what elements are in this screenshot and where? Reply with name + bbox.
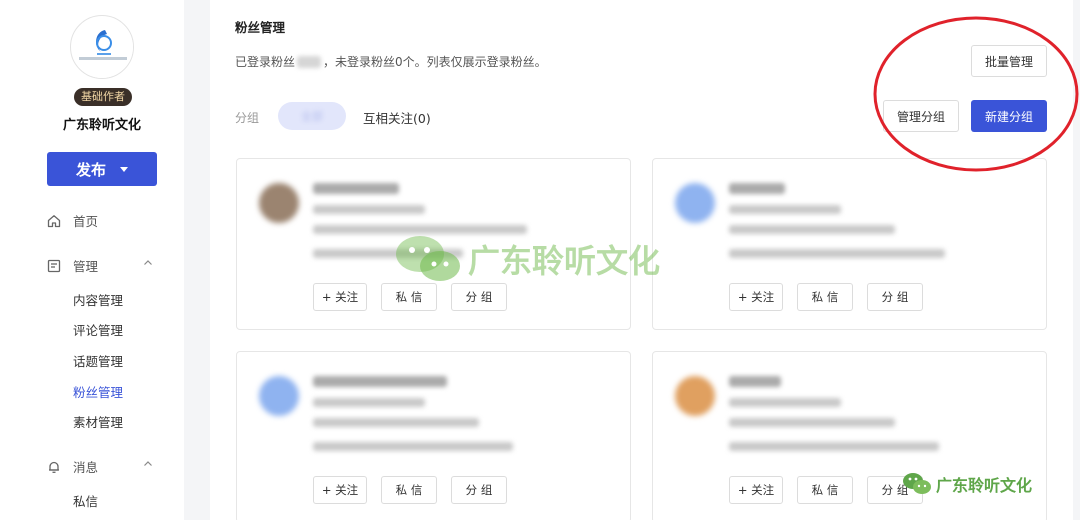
- fan-info-redacted: [313, 442, 513, 451]
- sidebar-item-content[interactable]: 内容管理: [73, 290, 123, 309]
- fan-name-redacted: [313, 183, 399, 194]
- account-name: 广东聆听文化: [62, 118, 141, 133]
- fan-info-redacted: [313, 205, 425, 214]
- private-message-button[interactable]: 私 信: [381, 283, 437, 311]
- group-button[interactable]: 分 组: [867, 283, 923, 311]
- sidebar: 基础作者 广东聆听文化 发布 首页 管理 内容管理 评论管理 话题管理 粉丝管理…: [0, 0, 184, 520]
- nav-messages-label: 消息: [73, 460, 99, 475]
- nav-messages[interactable]: 消息: [47, 457, 157, 476]
- fan-card: + 关注 私 信 分 组: [652, 351, 1047, 520]
- notice-suffix: ，未登录粉丝0个。列表仅展示登录粉丝。: [323, 55, 547, 69]
- fan-card: + 关注 私 信 分 组: [236, 158, 631, 330]
- sidebar-item-topics[interactable]: 话题管理: [73, 351, 123, 370]
- fan-card: + 关注 私 信 分 组: [236, 351, 631, 520]
- fan-card-actions: + 关注 私 信 分 组: [313, 476, 507, 504]
- page-title: 粉丝管理: [235, 20, 286, 35]
- fan-info-redacted: [729, 249, 945, 258]
- nav-manage-label: 管理: [73, 259, 99, 274]
- fan-card: + 关注 私 信 分 组: [652, 158, 1047, 330]
- sidebar-item-fans[interactable]: 粉丝管理: [73, 382, 123, 401]
- manage-groups-button[interactable]: 管理分组: [883, 100, 959, 132]
- fan-info-redacted: [313, 398, 425, 407]
- publish-button[interactable]: 发布: [47, 152, 157, 186]
- fan-info-redacted: [729, 225, 895, 234]
- fan-card-actions: + 关注 私 信 分 组: [729, 476, 923, 504]
- caret-down-icon: [120, 166, 128, 172]
- notice-prefix: 已登录粉丝: [235, 55, 296, 69]
- main-panel: 粉丝管理 已登录粉丝 ，未登录粉丝0个。列表仅展示登录粉丝。 批量管理 分组 全…: [210, 0, 1073, 520]
- follow-button[interactable]: + 关注: [313, 283, 367, 311]
- private-message-button[interactable]: 私 信: [797, 476, 853, 504]
- group-filter-all[interactable]: 全部: [278, 102, 346, 130]
- author-level-badge: 基础作者: [74, 88, 132, 106]
- logo-icon: [72, 17, 133, 78]
- fan-info-redacted: [313, 418, 479, 427]
- group-button[interactable]: 分 组: [451, 476, 507, 504]
- fan-name-redacted: [729, 376, 781, 387]
- sidebar-item-comments[interactable]: 评论管理: [73, 320, 123, 339]
- chevron-up-icon[interactable]: [143, 258, 153, 268]
- nav-manage[interactable]: 管理: [47, 256, 157, 275]
- home-icon: [47, 214, 61, 227]
- fan-avatar: [675, 376, 715, 416]
- fan-avatar: [259, 376, 299, 416]
- group-filter-all-label: 全部: [301, 110, 323, 123]
- follow-button[interactable]: + 关注: [729, 476, 783, 504]
- sidebar-item-private-message[interactable]: 私信: [73, 491, 98, 510]
- fans-notice: 已登录粉丝 ，未登录粉丝0个。列表仅展示登录粉丝。: [235, 53, 547, 70]
- follow-button[interactable]: + 关注: [313, 476, 367, 504]
- group-filter-label: 分组: [235, 111, 260, 125]
- fan-info-redacted: [313, 225, 527, 234]
- fan-info-redacted: [729, 398, 841, 407]
- fan-info-redacted: [729, 418, 895, 427]
- redacted-count: [297, 55, 322, 68]
- nav-home[interactable]: 首页: [47, 211, 98, 230]
- bell-icon: [49, 461, 59, 473]
- account-avatar[interactable]: [70, 15, 134, 79]
- chevron-up-icon[interactable]: [143, 459, 153, 469]
- sidebar-item-materials[interactable]: 素材管理: [73, 412, 123, 431]
- fan-name-redacted: [729, 183, 785, 194]
- group-button[interactable]: 分 组: [867, 476, 923, 504]
- bulk-manage-button[interactable]: 批量管理: [971, 45, 1047, 77]
- nav-home-label: 首页: [73, 214, 99, 229]
- fan-info-redacted: [313, 249, 463, 258]
- fan-card-actions: + 关注 私 信 分 组: [313, 283, 507, 311]
- fan-avatar: [675, 183, 715, 223]
- fan-info-redacted: [729, 442, 939, 451]
- new-group-button[interactable]: 新建分组: [971, 100, 1047, 132]
- private-message-button[interactable]: 私 信: [797, 283, 853, 311]
- fan-avatar: [259, 183, 299, 223]
- private-message-button[interactable]: 私 信: [381, 476, 437, 504]
- group-button[interactable]: 分 组: [451, 283, 507, 311]
- document-icon: [47, 259, 61, 272]
- fan-card-actions: + 关注 私 信 分 组: [729, 283, 923, 311]
- publish-label: 发布: [75, 160, 106, 179]
- fan-info-redacted: [729, 205, 841, 214]
- mutual-follow-tab[interactable]: 互相关注(0): [363, 108, 431, 127]
- follow-button[interactable]: + 关注: [729, 283, 783, 311]
- fan-name-redacted: [313, 376, 447, 387]
